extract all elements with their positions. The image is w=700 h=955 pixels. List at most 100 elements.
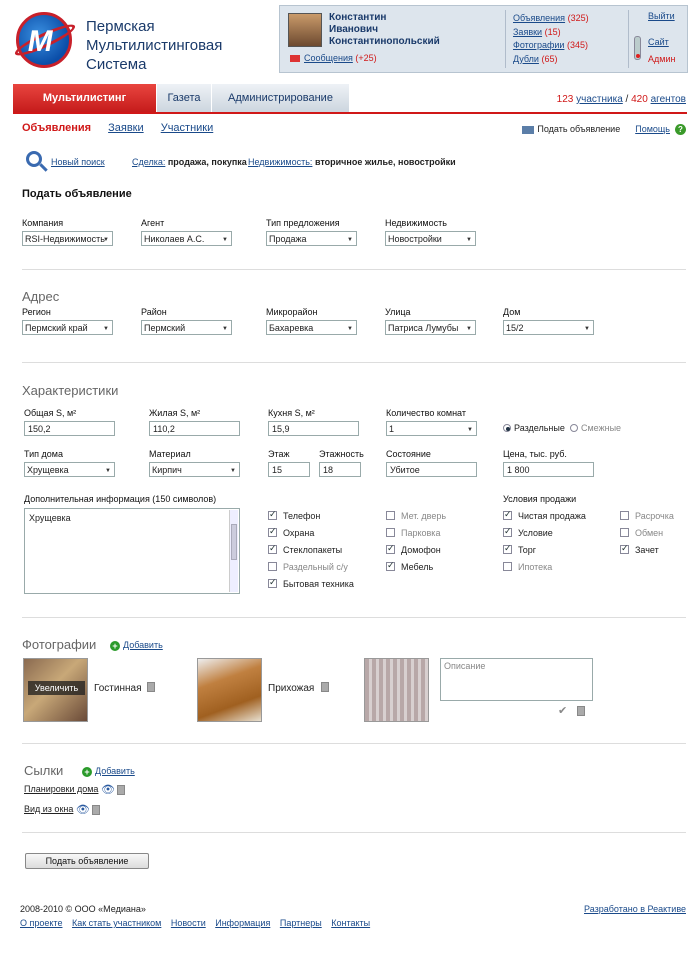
checkbox-icon — [503, 543, 512, 555]
logo[interactable]: М — [12, 12, 78, 68]
help-icon[interactable]: ? — [675, 124, 686, 136]
cb-metal-door[interactable]: Мет. дверь — [386, 511, 446, 521]
footer-link-contacts[interactable]: Контакты — [331, 918, 370, 928]
extra-info-label: Дополнительная информация (150 символов) — [24, 494, 217, 504]
cb-condition[interactable]: Условие — [503, 526, 553, 538]
checkbox-icon — [268, 526, 277, 538]
radio-adjacent[interactable]: Смежные — [570, 423, 621, 433]
photo-description-textarea[interactable]: Описание — [440, 658, 593, 701]
cb-installment[interactable]: Расрочка — [620, 511, 674, 521]
street-select[interactable]: Патриса Лумубы — [385, 320, 476, 335]
living-area-input[interactable]: 110,2 — [149, 421, 240, 436]
microdistrict-select[interactable]: Бахаревка — [266, 320, 357, 335]
post-ad-link[interactable]: Подать объявление — [537, 124, 620, 134]
stat-requests[interactable]: Заявки (15) — [513, 26, 589, 40]
checkbox-icon — [386, 511, 395, 521]
footer-links: О проекте Как стать участником Новости И… — [20, 918, 377, 928]
cb-bathroom[interactable]: Раздельный с/у — [268, 562, 348, 572]
avatar[interactable] — [288, 13, 322, 47]
region-select[interactable]: Пермский край — [22, 320, 113, 335]
photo-caption: Гостинная — [94, 683, 142, 694]
help-link[interactable]: Помощь — [635, 124, 670, 134]
add-link-button[interactable]: + Добавить — [82, 766, 135, 777]
checkbox-icon — [503, 562, 512, 572]
new-search-link[interactable]: Новый поиск — [51, 157, 105, 167]
submit-ad-button[interactable]: Подать объявление — [25, 853, 149, 869]
price-input[interactable]: 1 800 — [503, 462, 594, 477]
radio-separate[interactable]: Раздельные — [503, 423, 565, 433]
subnav-requests[interactable]: Заявки — [108, 122, 144, 134]
total-area-input[interactable]: 150,2 — [24, 421, 115, 436]
photo-living-room[interactable]: Увеличить — [23, 658, 88, 722]
rooms-select[interactable]: 1 — [386, 421, 477, 436]
link-item[interactable]: Планировки дома 👁 — [24, 783, 126, 796]
state-input[interactable]: Убитое — [386, 462, 477, 477]
cb-intercom[interactable]: Домофон — [386, 543, 441, 555]
tab-newspaper[interactable]: Газета — [156, 84, 211, 113]
envelope-icon — [290, 55, 300, 63]
subnav-participants[interactable]: Участники — [161, 122, 214, 134]
check-icon[interactable]: ✔ — [558, 704, 567, 717]
stat-ads[interactable]: Объявления (325) — [513, 12, 589, 26]
cb-windows[interactable]: Стеклопакеты — [268, 543, 342, 555]
messages-link[interactable]: Сообщения (+25) — [290, 53, 377, 63]
site-link[interactable]: Сайт — [648, 37, 669, 47]
cb-security[interactable]: Охрана — [268, 526, 314, 538]
photo-building[interactable] — [364, 658, 429, 722]
cb-bargain[interactable]: Торг — [503, 543, 536, 555]
photos-title: Фотографии — [22, 637, 97, 652]
offer-type-select[interactable]: Продажа — [266, 231, 357, 246]
cb-clean-sale[interactable]: Чистая продажа — [503, 509, 586, 521]
footer-link-info[interactable]: Информация — [215, 918, 270, 928]
estate-type-select[interactable]: Новостройки — [385, 231, 476, 246]
region-label: Регион — [22, 307, 51, 317]
footer-link-about[interactable]: О проекте — [20, 918, 62, 928]
subnav: Объявления Заявки Участники — [22, 122, 227, 134]
footer-link-news[interactable]: Новости — [171, 918, 206, 928]
tab-multilisting[interactable]: Мультилистинг — [13, 84, 156, 113]
kitchen-area-input[interactable]: 15,9 — [268, 421, 359, 436]
floor-input[interactable]: 15 — [268, 462, 310, 477]
district-label: Район — [141, 307, 167, 317]
scrollbar[interactable] — [229, 510, 238, 592]
floors-input[interactable]: 18 — [319, 462, 361, 477]
cb-furniture[interactable]: Мебель — [386, 560, 433, 572]
mode-toggle[interactable] — [634, 36, 641, 60]
eye-icon[interactable]: 👁 — [76, 803, 90, 816]
stat-duplicates[interactable]: Дубли (65) — [513, 53, 589, 67]
cb-offset[interactable]: Зачет — [620, 543, 659, 555]
checkbox-icon — [503, 509, 512, 521]
company-select[interactable]: RSI-Недвижимость — [22, 231, 113, 246]
search-icon[interactable] — [26, 151, 42, 167]
add-photo-button[interactable]: + Добавить — [110, 640, 163, 651]
district-select[interactable]: Пермский — [141, 320, 232, 335]
enlarge-overlay[interactable]: Увеличить — [28, 681, 85, 695]
house-type-select[interactable]: Хрущевка — [24, 462, 115, 477]
cb-mortgage[interactable]: Ипотека — [503, 562, 552, 572]
divider — [22, 832, 686, 833]
eye-icon[interactable]: 👁 — [101, 783, 115, 796]
admin-link[interactable]: Админ — [648, 54, 675, 64]
cb-exchange[interactable]: Обмен — [620, 528, 663, 538]
cb-phone[interactable]: Телефон — [268, 509, 320, 521]
trash-icon[interactable] — [321, 682, 329, 692]
developer-link[interactable]: Разработано в Реактиве — [584, 904, 686, 914]
footer-link-partners[interactable]: Партнеры — [280, 918, 322, 928]
link-item[interactable]: Вид из окна 👁 — [24, 803, 101, 816]
agent-select[interactable]: Николаев А.С. — [141, 231, 232, 246]
stat-photos[interactable]: Фотографии (345) — [513, 39, 589, 53]
footer-link-join[interactable]: Как стать участником — [72, 918, 161, 928]
material-select[interactable]: Кирпич — [149, 462, 240, 477]
trash-icon[interactable] — [147, 682, 155, 692]
photo-hallway[interactable] — [197, 658, 262, 722]
trash-icon[interactable] — [117, 784, 126, 795]
tab-administration[interactable]: Администрирование — [211, 84, 349, 113]
trash-icon[interactable] — [92, 804, 101, 815]
cb-parking[interactable]: Парковка — [386, 528, 440, 538]
logout-link[interactable]: Выйти — [648, 11, 675, 21]
trash-icon[interactable] — [577, 706, 585, 716]
cb-appliances[interactable]: Бытовая техника — [268, 577, 354, 589]
house-select[interactable]: 15/2 — [503, 320, 594, 335]
extra-info-textarea[interactable]: Хрущевка — [24, 508, 240, 594]
subnav-ads[interactable]: Объявления — [22, 122, 91, 134]
